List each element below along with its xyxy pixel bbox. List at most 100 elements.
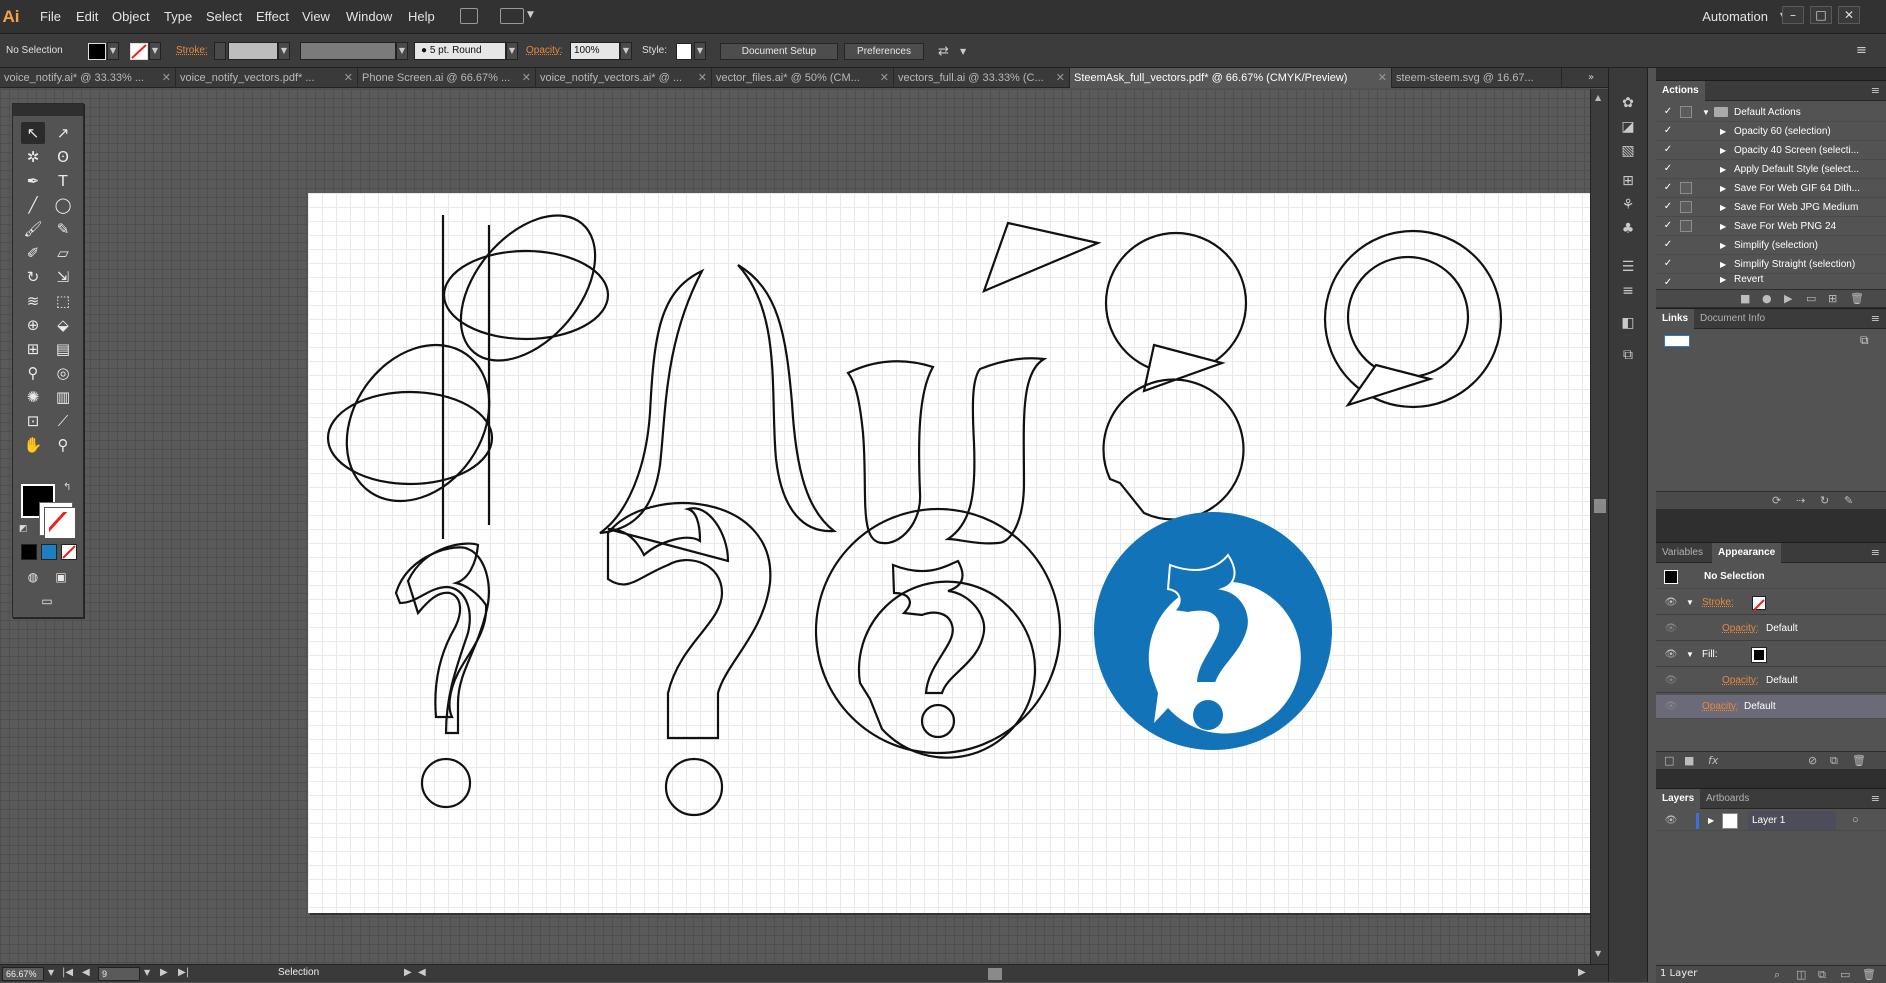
stroke-label[interactable]: Stroke:: [176, 45, 208, 56]
delete-icon[interactable]: 🗑: [1862, 968, 1876, 981]
stroke-color-swatch[interactable]: [130, 43, 148, 60]
color-mode-button[interactable]: [21, 544, 37, 560]
go-to-link-icon[interactable]: ⇢: [1796, 494, 1805, 507]
delete-icon[interactable]: 🗑: [1850, 292, 1864, 305]
update-link-icon[interactable]: ↻: [1820, 494, 1829, 507]
document-tab[interactable]: steem-steem.svg @ 16.67...: [1392, 68, 1562, 88]
action-row[interactable]: ✓ ▶ Save For Web PNG 24: [1656, 217, 1886, 236]
vertical-scroll-thumb[interactable]: [1594, 499, 1606, 513]
gradient-tool-icon[interactable]: ▤: [51, 338, 75, 360]
menu-select[interactable]: Select: [206, 9, 242, 24]
action-row[interactable]: ✓ ▶ Simplify Straight (selection): [1656, 255, 1886, 274]
first-artboard-icon[interactable]: |◀: [62, 967, 73, 978]
menu-view[interactable]: View: [302, 9, 330, 24]
tools-panel-header[interactable]: [13, 104, 83, 116]
action-row[interactable]: ✓ ▶ Save For Web GIF 64 Dith...: [1656, 179, 1886, 198]
vertical-scrollbar[interactable]: ▲ ▼: [1590, 89, 1608, 964]
brush-dropdown[interactable]: ▼: [506, 42, 518, 60]
pen-tool-icon[interactable]: ✒: [21, 170, 45, 192]
brushes-icon[interactable]: ▧: [1618, 142, 1638, 160]
target-icon[interactable]: ○: [1852, 811, 1859, 830]
stroke-weight-stepper[interactable]: [214, 42, 226, 60]
last-artboard-icon[interactable]: ▶|: [178, 967, 189, 978]
status-menu-icon[interactable]: ▶: [404, 967, 412, 978]
stroke-panel-icon[interactable]: ≡: [1618, 282, 1638, 300]
layer-row[interactable]: 👁 ▶ Layer 1 ○: [1656, 811, 1886, 831]
previous-artboard-icon[interactable]: ◀: [82, 967, 90, 978]
tab-appearance[interactable]: Appearance: [1712, 543, 1782, 563]
add-fill-icon[interactable]: ■: [1684, 754, 1694, 767]
menu-effect[interactable]: Effect: [256, 9, 289, 24]
menu-type[interactable]: Type: [164, 9, 192, 24]
next-artboard-icon[interactable]: ▶: [160, 967, 168, 978]
scroll-up-icon[interactable]: ▲: [1595, 93, 1601, 102]
tab-layers[interactable]: Layers: [1656, 789, 1701, 809]
mesh-tool-icon[interactable]: ⊞: [21, 338, 45, 360]
canvas-area[interactable]: [0, 89, 1592, 964]
chevron-down-icon[interactable]: ▼: [144, 968, 150, 977]
transparency-icon[interactable]: ◧: [1618, 314, 1638, 332]
zoom-field[interactable]: 66.67%: [2, 967, 44, 981]
document-tab[interactable]: voice_notify_vectors.pdf* ... ✕: [176, 68, 358, 88]
menu-window[interactable]: Window: [346, 9, 392, 24]
play-icon[interactable]: ▶: [1784, 292, 1792, 305]
close-button[interactable]: ✕: [1838, 6, 1860, 24]
transform-icon[interactable]: ⧉: [1618, 346, 1638, 364]
tab-actions[interactable]: Actions: [1656, 81, 1705, 101]
ellipse-tool-icon[interactable]: ◯: [51, 194, 75, 216]
stroke-weight-field[interactable]: [228, 42, 278, 60]
tab-variables[interactable]: Variables: [1656, 543, 1709, 563]
action-row[interactable]: ✓ ▶ Revert: [1656, 274, 1886, 286]
preferences-button[interactable]: Preferences: [844, 43, 924, 60]
swap-fill-stroke-icon[interactable]: ↰: [63, 482, 71, 493]
warp-tool-icon[interactable]: ≋: [21, 290, 45, 312]
embed-icon[interactable]: ⧉: [1860, 333, 1869, 348]
arrange-icon[interactable]: ⇄: [938, 44, 949, 59]
document-tab[interactable]: voice_notify_vectors.ai* @ ... ✕: [536, 68, 712, 88]
link-thumbnail[interactable]: [1664, 335, 1690, 347]
variable-width-profile[interactable]: [300, 42, 396, 60]
new-action-icon[interactable]: ⊞: [1828, 292, 1837, 305]
document-tab[interactable]: voice_notify.ai* @ 33.33% ... ✕: [0, 68, 176, 88]
document-setup-button[interactable]: Document Setup: [720, 43, 838, 60]
none-mode-button[interactable]: [61, 544, 77, 560]
fill-color-swatch[interactable]: [88, 43, 106, 60]
stroke-swatch[interactable]: [39, 502, 76, 539]
action-row[interactable]: ✓ ▶ Apply Default Style (select...: [1656, 160, 1886, 179]
type-tool-icon[interactable]: T: [51, 170, 75, 192]
graphic-styles-icon[interactable]: ⚘: [1618, 196, 1638, 214]
tab-overflow-icon[interactable]: »: [1588, 72, 1594, 83]
draw-behind-icon[interactable]: ▣: [49, 566, 73, 588]
direct-selection-tool-icon[interactable]: ↗: [51, 122, 75, 144]
new-set-icon[interactable]: ▭: [1806, 292, 1816, 305]
artboard[interactable]: [308, 193, 1592, 913]
eyedropper-tool-icon[interactable]: ⚲: [21, 362, 45, 384]
magic-wand-tool-icon[interactable]: ✲: [21, 146, 45, 168]
clear-appearance-icon[interactable]: ⊘: [1808, 754, 1817, 767]
panel-menu-icon[interactable]: ≡: [1871, 84, 1880, 97]
record-icon[interactable]: ●: [1762, 292, 1772, 305]
document-tab-active[interactable]: SteemAsk_full_vectors.pdf* @ 66.67% (CMY…: [1070, 68, 1392, 88]
delete-icon[interactable]: 🗑: [1852, 754, 1866, 767]
fill-row[interactable]: 👁 ▼ Fill:: [1656, 643, 1886, 667]
chevron-down-icon[interactable]: ▼: [48, 968, 54, 977]
blob-brush-tool-icon[interactable]: ✐: [21, 242, 45, 264]
clipping-mask-icon[interactable]: ◫: [1796, 968, 1806, 981]
slice-tool-icon[interactable]: ⟋: [51, 410, 75, 432]
color-guide-icon[interactable]: ✿: [1618, 94, 1638, 112]
action-row[interactable]: ✓ ▶ Simplify (selection): [1656, 236, 1886, 255]
paintbrush-tool-icon[interactable]: 🖌: [21, 218, 45, 240]
action-row[interactable]: ✓ ▶ Save For Web JPG Medium: [1656, 198, 1886, 217]
free-transform-tool-icon[interactable]: ⬚: [51, 290, 75, 312]
symbol-sprayer-tool-icon[interactable]: ✺: [21, 386, 45, 408]
live-paint-tool-icon[interactable]: ⬙: [51, 314, 75, 336]
document-tab[interactable]: Phone Screen.ai @ 66.67% ... ✕: [358, 68, 536, 88]
stroke-row[interactable]: 👁 ▼ Stroke:: [1656, 591, 1886, 615]
locate-object-icon[interactable]: ⌕: [1774, 968, 1780, 982]
scroll-down-icon[interactable]: ▼: [1595, 949, 1601, 958]
horizontal-scroll-thumb[interactable]: [988, 968, 1002, 980]
action-row[interactable]: ✓ ▶ Opacity 40 Screen (selecti...: [1656, 141, 1886, 160]
opacity-dropdown[interactable]: ▼: [620, 42, 632, 60]
document-tab[interactable]: vectors_full.ai @ 33.33% (C... ✕: [894, 68, 1070, 88]
new-layer-icon[interactable]: ▭: [1840, 968, 1850, 981]
